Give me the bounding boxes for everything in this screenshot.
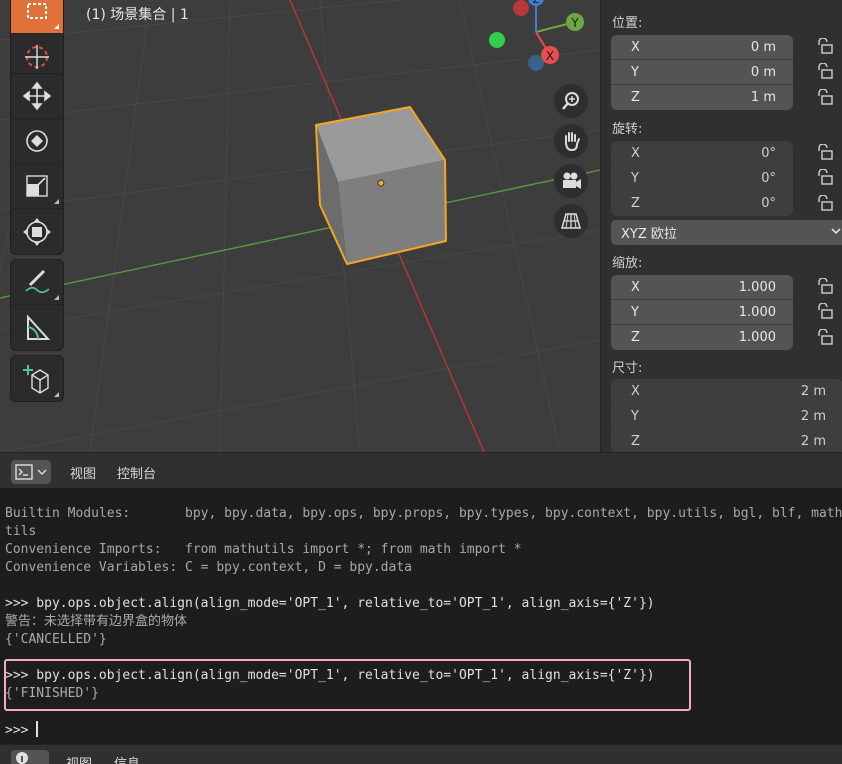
menu-view[interactable]: 视图 <box>70 463 96 482</box>
location-y-field[interactable]: Y0 m <box>611 60 793 85</box>
lock-location-y-icon[interactable] <box>815 63 833 79</box>
rotation-z-field[interactable]: Z 0° <box>611 191 793 216</box>
rotation-x-field[interactable]: X 0° <box>611 141 793 166</box>
add-cube-icon <box>23 364 49 394</box>
origin-point <box>377 179 385 187</box>
gizmo-z-label: Z <box>533 0 540 6</box>
move-icon <box>22 81 52 111</box>
console-result-line: {'FINISHED'} <box>5 686 99 701</box>
zoom-magnifier-icon <box>562 92 579 110</box>
cube-object[interactable] <box>315 106 447 265</box>
text-cursor <box>36 721 39 737</box>
cursor-icon <box>25 44 49 69</box>
console-warning-line: 警告：未选择带有边界盒的物体 <box>5 614 188 629</box>
console-input-line: >>> bpy.ops.object.align(align_mode='OPT… <box>5 596 655 611</box>
dimensions-label: 尺寸: <box>612 361 643 376</box>
3d-viewport[interactable]: Y X Z (1) 场景集合 | 1 <box>0 0 600 452</box>
location-label: 位置: <box>612 16 643 31</box>
rotation-mode-dropdown[interactable]: XYZ 欧拉 <box>611 220 842 245</box>
select-box-icon <box>27 3 47 19</box>
rotation-y-field[interactable]: Y 0° <box>611 166 793 191</box>
toolbar-annotate-group <box>10 259 64 351</box>
scale-tool[interactable] <box>11 164 63 209</box>
dimensions-x-field[interactable]: X2 m <box>611 379 842 404</box>
pan-hand-icon <box>565 132 580 152</box>
lock-scale-x-icon[interactable] <box>815 278 833 294</box>
info-editor-type-selector[interactable] <box>11 750 49 764</box>
rotate-tool[interactable] <box>11 119 63 164</box>
viewport-grid: Y X Z <box>0 0 600 452</box>
console-result-line: {'CANCELLED'} <box>5 632 107 647</box>
annotate-pencil-icon <box>25 269 50 294</box>
measure-tool[interactable] <box>11 305 63 350</box>
location-x-field[interactable]: X0 m <box>611 35 793 60</box>
pan-button[interactable] <box>554 124 588 158</box>
select-box-tool[interactable] <box>11 0 63 34</box>
dimensions-fields: X2 m Y2 m Z2 m <box>611 379 842 454</box>
location-fields: X0 m Y0 m Z1 m <box>611 35 793 110</box>
scene-collection-label: (1) 场景集合 | 1 <box>86 7 189 23</box>
lock-location-x-icon[interactable] <box>815 38 833 54</box>
lock-scale-z-icon[interactable] <box>815 329 833 345</box>
toolbar-add-group <box>10 355 64 402</box>
console-line: Convenience Variables: C = bpy.context, … <box>5 560 412 575</box>
measure-ruler-icon <box>27 313 51 340</box>
grid-perspective-icon <box>561 213 581 229</box>
info-icon <box>16 752 28 764</box>
rotation-fields: X 0° Y 0° Z 0° <box>611 141 793 216</box>
gizmo-y-label: Y <box>570 16 579 30</box>
toolbar-transform-group <box>10 73 64 255</box>
transform-tool[interactable] <box>11 209 63 254</box>
lock-rotation-z-icon[interactable] <box>815 195 833 211</box>
toolbar-select-group <box>10 0 64 80</box>
y-axis-line <box>0 169 600 299</box>
scale-z-field[interactable]: Z 1.000 <box>611 325 793 350</box>
scale-icon <box>26 175 48 197</box>
transform-icon <box>23 217 51 246</box>
rotate-icon <box>26 130 48 152</box>
perspective-toggle-button[interactable] <box>554 204 588 238</box>
console-header: 视图 控制台 <box>0 452 842 488</box>
scale-x-field[interactable]: X 1.000 <box>611 275 793 300</box>
location-z-field[interactable]: Z1 m <box>611 85 793 110</box>
zoom-button[interactable] <box>554 84 588 118</box>
transform-properties-panel: 位置: X0 m Y0 m Z1 m 旋转: X 0° Y 0° Z 0° XYZ 欧… <box>600 0 842 454</box>
console-line: tils <box>5 524 37 539</box>
console-icon <box>15 464 33 480</box>
add-cube-tool[interactable] <box>11 356 63 401</box>
rotation-mode-value: XYZ 欧拉 <box>621 227 677 242</box>
info-editor-header: 视图 信息 <box>0 744 842 764</box>
gizmo-x-label: X <box>546 49 554 63</box>
annotate-tool[interactable] <box>11 260 63 305</box>
dimensions-y-field[interactable]: Y2 m <box>611 404 842 429</box>
lock-location-z-icon[interactable] <box>815 89 833 105</box>
console-line: Builtin Modules: bpy, bpy.data, bpy.ops,… <box>5 506 842 521</box>
lock-scale-y-icon[interactable] <box>815 303 833 319</box>
menu-view[interactable]: 视图 <box>66 753 92 764</box>
dimensions-z-field[interactable]: Z2 m <box>611 429 842 454</box>
console-input-line: >>> bpy.ops.object.align(align_mode='OPT… <box>5 668 655 683</box>
rotation-label: 旋转: <box>612 122 643 137</box>
chevron-down-icon <box>37 469 47 475</box>
menu-info[interactable]: 信息 <box>114 753 140 764</box>
scale-label: 缩放: <box>612 256 643 271</box>
console-prompt[interactable]: >>> <box>5 721 39 740</box>
editor-type-selector[interactable] <box>11 460 51 484</box>
move-tool[interactable] <box>11 74 63 119</box>
lock-rotation-y-icon[interactable] <box>815 169 833 185</box>
menu-console[interactable]: 控制台 <box>117 463 156 482</box>
lock-rotation-x-icon[interactable] <box>815 144 833 160</box>
python-console[interactable]: Builtin Modules: bpy, bpy.data, bpy.ops,… <box>0 488 842 744</box>
camera-view-button[interactable] <box>554 164 588 198</box>
scale-y-field[interactable]: Y 1.000 <box>611 300 793 325</box>
camera-icon <box>563 172 581 189</box>
console-line: Convenience Imports: from mathutils impo… <box>5 542 522 557</box>
scale-fields: X 1.000 Y 1.000 Z 1.000 <box>611 275 793 350</box>
navigation-gizmo[interactable] <box>489 0 584 71</box>
chevron-down-icon <box>831 228 841 235</box>
